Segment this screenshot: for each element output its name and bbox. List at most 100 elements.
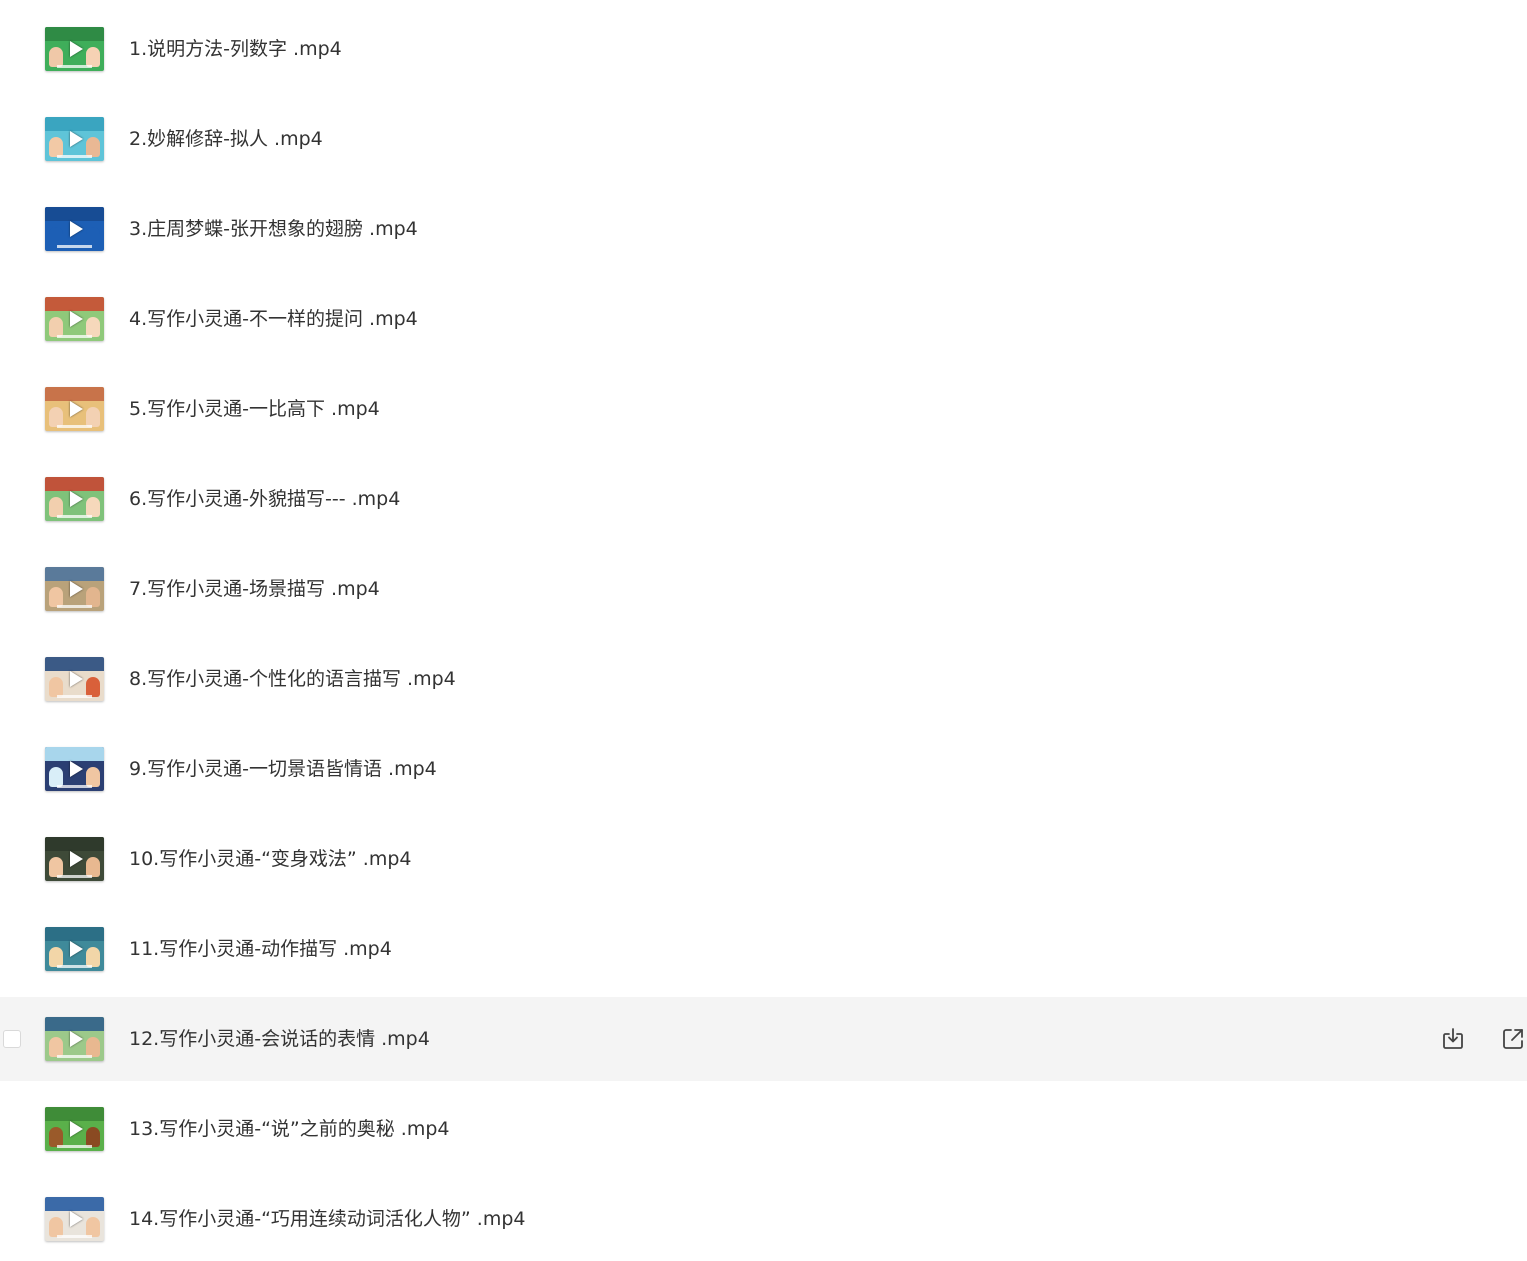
file-name[interactable]: 13.写作小灵通-“说”之前的奥秘 .mp4 xyxy=(129,1117,450,1141)
thumbnail-character-right xyxy=(86,317,100,337)
thumbnail-character-left xyxy=(49,1127,63,1147)
file-row[interactable]: 11.写作小灵通-动作描写 .mp4 xyxy=(0,907,1527,991)
video-thumbnail[interactable] xyxy=(45,1017,104,1061)
video-thumbnail[interactable] xyxy=(45,27,104,71)
file-row[interactable]: 3.庄周梦蝶-张开想象的翅膀 .mp4 xyxy=(0,187,1527,271)
video-thumbnail[interactable] xyxy=(45,297,104,341)
file-name[interactable]: 14.写作小灵通-“巧用连续动词活化人物” .mp4 xyxy=(129,1207,526,1231)
thumbnail-character-right xyxy=(86,47,100,67)
thumbnail-scene xyxy=(45,207,104,221)
file-name[interactable]: 5.写作小灵通-一比高下 .mp4 xyxy=(129,397,380,421)
download-button[interactable] xyxy=(1440,1026,1466,1052)
play-icon xyxy=(69,41,83,57)
video-thumbnail[interactable] xyxy=(45,657,104,701)
open-external-icon xyxy=(1503,1029,1523,1049)
thumbnail-character-left xyxy=(49,137,63,157)
thumbnail-scene xyxy=(45,837,104,851)
thumbnail-character-left xyxy=(49,317,63,337)
play-icon xyxy=(69,761,83,777)
thumbnail-character-right xyxy=(86,1127,100,1147)
thumbnail-character-left xyxy=(49,1217,63,1237)
video-thumbnail[interactable] xyxy=(45,837,104,881)
thumbnail-scene xyxy=(45,1017,104,1031)
file-row[interactable]: 10.写作小灵通-“变身戏法” .mp4 xyxy=(0,817,1527,901)
file-name[interactable]: 8.写作小灵通-个性化的语言描写 .mp4 xyxy=(129,667,456,691)
thumbnail-character-right xyxy=(86,137,100,157)
thumbnail-caption xyxy=(57,695,92,698)
thumbnail-character-right xyxy=(86,677,100,697)
play-icon xyxy=(69,1211,83,1227)
thumbnail-caption xyxy=(57,875,92,878)
file-name[interactable]: 3.庄周梦蝶-张开想象的翅膀 .mp4 xyxy=(129,217,418,241)
thumbnail-character-left xyxy=(49,1037,63,1057)
thumbnail-character-right xyxy=(86,227,100,247)
download-icon xyxy=(1443,1028,1463,1049)
file-name[interactable]: 2.妙解修辞-拟人 .mp4 xyxy=(129,127,323,151)
thumbnail-scene xyxy=(45,1107,104,1121)
thumbnail-caption xyxy=(57,65,92,68)
thumbnail-character-left xyxy=(49,587,63,607)
play-icon xyxy=(69,491,83,507)
play-icon xyxy=(69,1121,83,1137)
thumbnail-scene xyxy=(45,657,104,671)
file-name[interactable]: 4.写作小灵通-不一样的提问 .mp4 xyxy=(129,307,418,331)
thumbnail-caption xyxy=(57,515,92,518)
file-name[interactable]: 6.写作小灵通-外貌描写--- .mp4 xyxy=(129,487,400,511)
file-row[interactable]: 12.写作小灵通-会说话的表情 .mp4 xyxy=(0,997,1527,1081)
file-row[interactable]: 8.写作小灵通-个性化的语言描写 .mp4 xyxy=(0,637,1527,721)
thumbnail-character-left xyxy=(49,47,63,67)
thumbnail-character-right xyxy=(86,497,100,517)
thumbnail-scene xyxy=(45,117,104,131)
file-row[interactable]: 6.写作小灵通-外貌描写--- .mp4 xyxy=(0,457,1527,541)
file-name[interactable]: 10.写作小灵通-“变身戏法” .mp4 xyxy=(129,847,412,871)
video-thumbnail[interactable] xyxy=(45,207,104,251)
file-name[interactable]: 9.写作小灵通-一切景语皆情语 .mp4 xyxy=(129,757,437,781)
thumbnail-scene xyxy=(45,297,104,311)
thumbnail-character-right xyxy=(86,587,100,607)
thumbnail-character-left xyxy=(49,857,63,877)
thumbnail-caption xyxy=(57,965,92,968)
play-icon xyxy=(69,311,83,327)
video-thumbnail[interactable] xyxy=(45,1107,104,1151)
file-row[interactable]: 14.写作小灵通-“巧用连续动词活化人物” .mp4 xyxy=(0,1177,1527,1261)
play-icon xyxy=(69,1031,83,1047)
file-row[interactable]: 2.妙解修辞-拟人 .mp4 xyxy=(0,97,1527,181)
file-row[interactable]: 7.写作小灵通-场景描写 .mp4 xyxy=(0,547,1527,631)
thumbnail-character-right xyxy=(86,857,100,877)
video-thumbnail[interactable] xyxy=(45,477,104,521)
thumbnail-caption xyxy=(57,245,92,248)
thumbnail-character-right xyxy=(86,407,100,427)
file-name[interactable]: 12.写作小灵通-会说话的表情 .mp4 xyxy=(129,1027,430,1051)
video-thumbnail[interactable] xyxy=(45,387,104,431)
open-external-button[interactable] xyxy=(1500,1026,1526,1052)
thumbnail-scene xyxy=(45,387,104,401)
thumbnail-character-left xyxy=(49,407,63,427)
thumbnail-character-left xyxy=(49,677,63,697)
file-row[interactable]: 13.写作小灵通-“说”之前的奥秘 .mp4 xyxy=(0,1087,1527,1171)
file-row[interactable]: 4.写作小灵通-不一样的提问 .mp4 xyxy=(0,277,1527,361)
video-thumbnail[interactable] xyxy=(45,567,104,611)
thumbnail-scene xyxy=(45,927,104,941)
file-name[interactable]: 11.写作小灵通-动作描写 .mp4 xyxy=(129,937,392,961)
video-thumbnail[interactable] xyxy=(45,1197,104,1241)
thumbnail-caption xyxy=(57,785,92,788)
play-icon xyxy=(69,221,83,237)
file-row[interactable]: 1.说明方法-列数字 .mp4 xyxy=(0,7,1527,91)
thumbnail-caption xyxy=(57,155,92,158)
file-name[interactable]: 1.说明方法-列数字 .mp4 xyxy=(129,37,342,61)
file-row[interactable]: 5.写作小灵通-一比高下 .mp4 xyxy=(0,367,1527,451)
play-icon xyxy=(69,671,83,687)
video-thumbnail[interactable] xyxy=(45,117,104,161)
file-name[interactable]: 7.写作小灵通-场景描写 .mp4 xyxy=(129,577,380,601)
thumbnail-character-right xyxy=(86,767,100,787)
play-icon xyxy=(69,401,83,417)
thumbnail-scene xyxy=(45,477,104,491)
video-thumbnail[interactable] xyxy=(45,747,104,791)
thumbnail-character-left xyxy=(49,497,63,517)
play-icon xyxy=(69,581,83,597)
video-thumbnail[interactable] xyxy=(45,927,104,971)
file-row[interactable]: 9.写作小灵通-一切景语皆情语 .mp4 xyxy=(0,727,1527,811)
thumbnail-scene xyxy=(45,747,104,761)
row-checkbox[interactable] xyxy=(3,1030,21,1048)
thumbnail-character-right xyxy=(86,947,100,967)
